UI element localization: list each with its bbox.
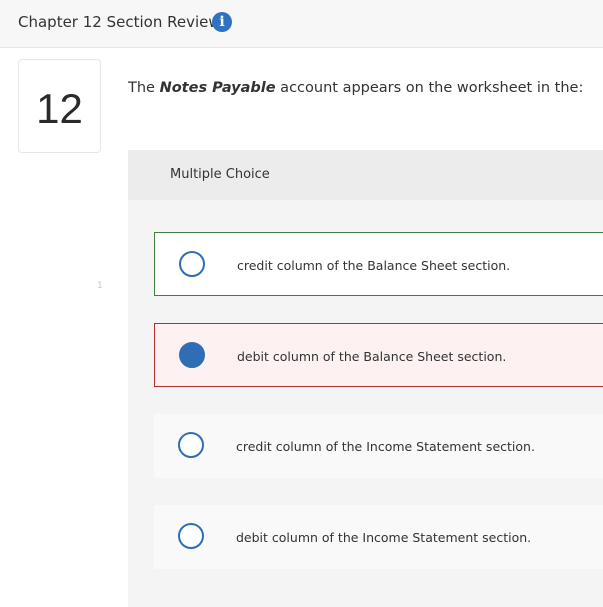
radio-icon[interactable] (178, 432, 204, 458)
page-header: Chapter 12 Section Review i (0, 0, 603, 48)
radio-icon[interactable] (178, 523, 204, 549)
multiple-choice-title: Multiple Choice (170, 167, 270, 182)
question-number: 12 (36, 85, 83, 132)
question-number-card: 12 (18, 59, 101, 153)
choice-option-3[interactable]: credit column of the Income Statement se… (154, 414, 603, 478)
multiple-choice-header: Multiple Choice (128, 150, 603, 200)
info-icon[interactable]: i (212, 12, 232, 32)
radio-icon[interactable] (179, 342, 205, 368)
question-suffix: account appears on the worksheet in the: (275, 80, 584, 96)
question-emphasis: Notes Payable (159, 80, 276, 96)
stray-mark: 1 (97, 281, 103, 291)
choice-label: debit column of the Income Statement sec… (236, 530, 532, 545)
choice-option-2[interactable]: debit column of the Balance Sheet sectio… (154, 323, 603, 387)
choice-label: debit column of the Balance Sheet sectio… (237, 349, 507, 364)
choice-label: credit column of the Income Statement se… (236, 439, 535, 454)
choice-label: credit column of the Balance Sheet secti… (237, 258, 511, 273)
radio-icon[interactable] (179, 251, 205, 277)
page-title: Chapter 12 Section Review (18, 13, 221, 31)
choice-option-1[interactable]: credit column of the Balance Sheet secti… (154, 232, 603, 296)
question-text: The Notes Payable account appears on the… (128, 80, 583, 96)
question-prefix: The (128, 80, 160, 96)
multiple-choice-panel: Multiple Choice credit column of the Bal… (128, 150, 603, 607)
choice-option-4[interactable]: debit column of the Income Statement sec… (154, 505, 603, 569)
